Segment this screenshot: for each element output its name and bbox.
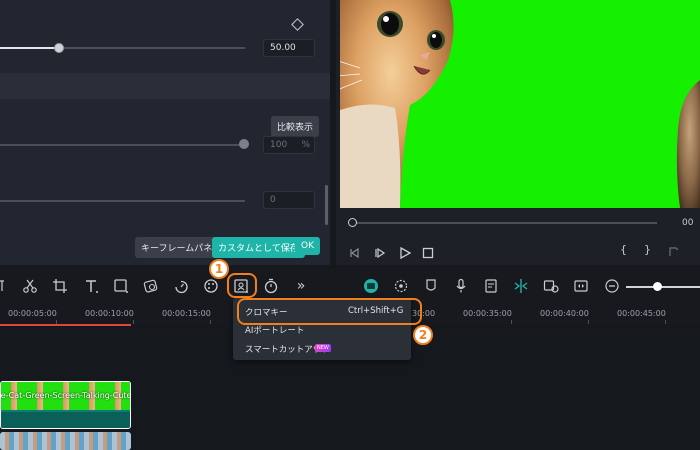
zoom-slider-handle[interactable]: [653, 282, 662, 291]
microphone-icon[interactable]: [453, 278, 469, 294]
shape-icon[interactable]: [113, 278, 129, 294]
split-scissors-icon[interactable]: [22, 278, 38, 294]
ruler-tick: 00:00:45:00: [617, 309, 666, 318]
speed-icon[interactable]: [173, 278, 189, 294]
more-tools-icon[interactable]: »: [293, 278, 309, 294]
prev-frame-icon[interactable]: [349, 244, 361, 259]
auto-enhance-icon[interactable]: [393, 278, 409, 294]
callout-ring-chroma-key: [237, 298, 422, 325]
slider2-handle[interactable]: [239, 139, 249, 149]
callout-ring-toolbar-button: [227, 273, 257, 298]
slider3-value-field[interactable]: 0: [263, 191, 315, 209]
snapshot-icon[interactable]: [668, 243, 680, 256]
preview-progress-handle[interactable]: [348, 218, 357, 227]
play-icon[interactable]: [399, 244, 412, 260]
text-icon[interactable]: [83, 278, 99, 294]
audio-clip[interactable]: [0, 432, 131, 450]
section-header-band: [0, 73, 330, 99]
properties-panel: 50.00 比較表示 100 % 0 キーフレームパネル カスタムとして保存 O…: [0, 0, 330, 265]
ruler-tick: 00:00:10:00: [85, 309, 134, 318]
clip-title: Cute-Cat-Green-Screen-Talking-Cute...: [0, 391, 131, 400]
cat-image: [340, 0, 700, 208]
preview-progress-track[interactable]: [352, 222, 657, 224]
mark-in-icon[interactable]: {: [620, 243, 627, 256]
panel-scrollbar[interactable]: [325, 185, 328, 225]
next-frame-icon[interactable]: [374, 244, 386, 259]
mark-out-icon[interactable]: }: [644, 243, 651, 256]
slider2-track[interactable]: [0, 144, 245, 146]
slider2-unit: %: [301, 140, 310, 150]
audio-thumbnails: [0, 432, 131, 450]
slider2-value-field[interactable]: 100 %: [263, 136, 315, 154]
render-preview-icon[interactable]: [363, 278, 379, 294]
save-as-custom-button[interactable]: カスタムとして保存: [212, 237, 305, 258]
shield-icon[interactable]: [423, 278, 439, 294]
ruler-tick: 00:00:05:00: [8, 309, 57, 318]
slider1-value-field[interactable]: 50.00: [263, 39, 315, 57]
color-palette-icon[interactable]: [203, 278, 219, 294]
slider1-fill: [0, 47, 58, 49]
preview-video-frame: [340, 0, 700, 208]
preview-time: 00: [682, 218, 694, 228]
video-clip[interactable]: Cute-Cat-Green-Screen-Talking-Cute...: [0, 381, 131, 429]
zoom-out-icon[interactable]: [604, 278, 620, 294]
crop-icon[interactable]: [52, 278, 68, 294]
slider3-track[interactable]: [0, 200, 245, 202]
timeline-progress-line: [0, 324, 131, 326]
delete-icon[interactable]: [0, 278, 8, 294]
compare-button[interactable]: 比較表示: [271, 116, 320, 137]
clip-audio-wave: [1, 412, 130, 428]
slider1-handle[interactable]: [54, 43, 64, 53]
link-clips-icon[interactable]: [543, 278, 559, 294]
audio-track-icon[interactable]: [483, 278, 499, 294]
step-1-badge: 1: [209, 259, 229, 279]
ruler-tick: 00:00:40:00: [540, 309, 589, 318]
diamond-keyframe-icon[interactable]: [291, 18, 304, 31]
new-badge: NEW: [315, 344, 331, 352]
stop-icon[interactable]: [422, 244, 434, 259]
step-2-badge: 2: [413, 325, 433, 345]
snap-icon[interactable]: [513, 278, 529, 294]
ruler-tick: 00:00:35:00: [463, 309, 512, 318]
ok-button[interactable]: OK: [295, 237, 320, 255]
ruler-tick: 00:00:15:00: [162, 309, 211, 318]
menu-item-ai-portrait[interactable]: AIポートレート: [245, 324, 304, 336]
slider2-value: 100: [270, 140, 288, 150]
ai-mask-icon[interactable]: [143, 278, 159, 294]
fit-timeline-icon[interactable]: [573, 278, 589, 294]
timer-icon[interactable]: [263, 278, 279, 294]
zoom-slider-track[interactable]: [626, 286, 700, 288]
